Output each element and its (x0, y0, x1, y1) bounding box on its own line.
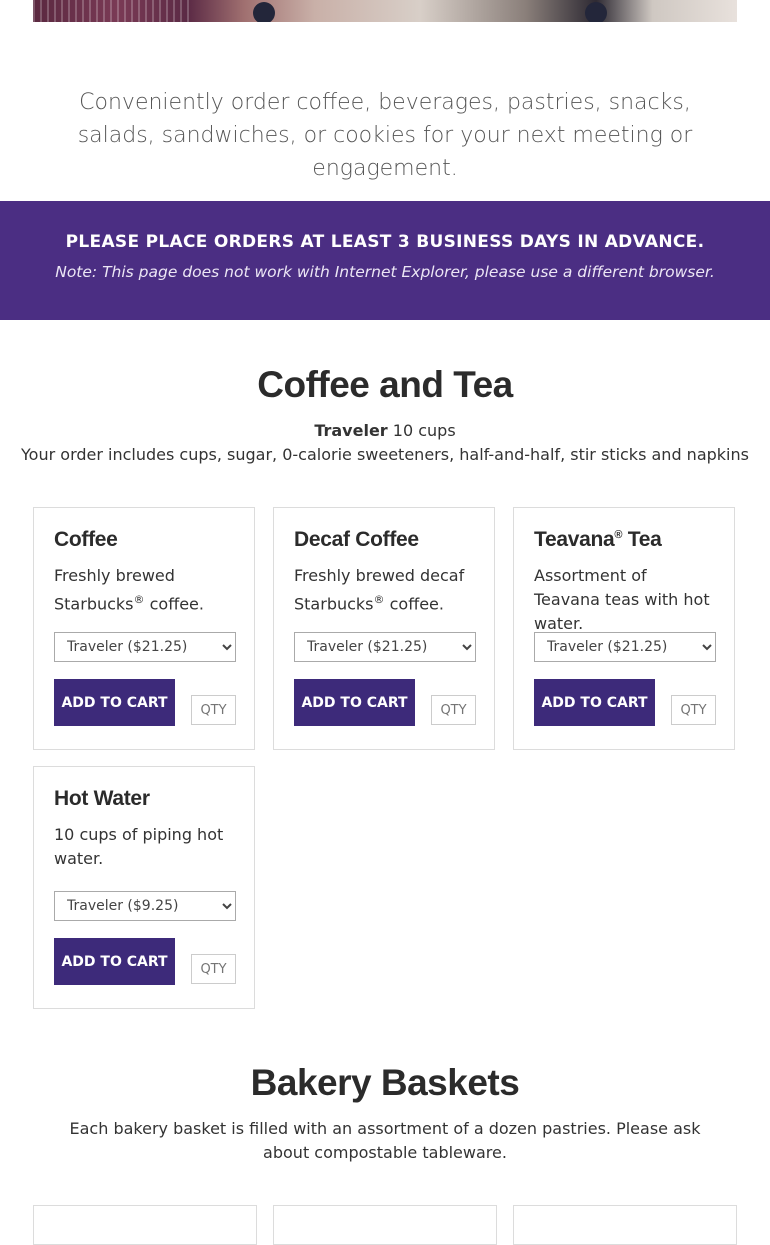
product-card-hot-water: Hot Water 10 cups of piping hot water. T… (33, 766, 255, 1009)
hero-blueberry (585, 2, 607, 22)
product-description: Freshly brewed decaf Starbucks® coffee. (294, 566, 465, 614)
size-select[interactable]: Traveler ($21.25) (294, 632, 476, 662)
product-card-bakery (513, 1205, 737, 1245)
section-title-coffee-tea: Coffee and Tea (257, 364, 513, 405)
qty-input[interactable] (191, 954, 236, 984)
qty-input[interactable] (671, 695, 716, 725)
bakery-description: Each bakery basket is filled with an ass… (69, 1119, 701, 1162)
product-title: Hot Water (54, 787, 150, 810)
size-info: Traveler 10 cups (0, 419, 770, 443)
product-card-teavana-tea: Teavana® Tea Assortment of Teavana teas … (513, 507, 735, 750)
size-select[interactable]: Traveler ($21.25) (534, 632, 716, 662)
add-to-cart-button[interactable]: ADD TO CART (294, 679, 415, 726)
product-description: Freshly brewed Starbucks® coffee. (54, 566, 204, 614)
add-to-cart-button[interactable]: ADD TO CART (54, 938, 175, 985)
product-card-bakery (273, 1205, 497, 1245)
intro-text: Conveniently order coffee, beverages, pa… (77, 90, 693, 181)
product-description: Assortment of Teavana teas with hot wate… (534, 566, 710, 633)
notice-note: Note: This page does not work with Inter… (55, 263, 715, 281)
product-description: 10 cups of piping hot water. (54, 825, 224, 868)
size-label: Traveler (314, 421, 388, 440)
product-card-bakery (33, 1205, 257, 1245)
size-select[interactable]: Traveler ($9.25) (54, 891, 236, 921)
section-title-bakery-baskets: Bakery Baskets (250, 1062, 520, 1103)
includes-text: Your order includes cups, sugar, 0-calor… (21, 445, 749, 464)
size-select[interactable]: Traveler ($21.25) (54, 632, 236, 662)
notice-banner: PLEASE PLACE ORDERS AT LEAST 3 BUSINESS … (0, 201, 770, 320)
hero-image (33, 0, 737, 22)
qty-input[interactable] (191, 695, 236, 725)
notice-title: PLEASE PLACE ORDERS AT LEAST 3 BUSINESS … (65, 232, 705, 252)
product-title: Coffee (54, 528, 118, 551)
product-title: Decaf Coffee (294, 528, 419, 551)
product-card-decaf-coffee: Decaf Coffee Freshly brewed decaf Starbu… (273, 507, 495, 750)
add-to-cart-button[interactable]: ADD TO CART (54, 679, 175, 726)
qty-input[interactable] (431, 695, 476, 725)
size-detail: 10 cups (392, 421, 456, 440)
product-card-coffee: Coffee Freshly brewed Starbucks® coffee.… (33, 507, 255, 750)
hero-blueberry (253, 2, 275, 22)
product-title: Teavana® Tea (534, 528, 662, 551)
hero-cupcake-wrapper (33, 0, 193, 22)
add-to-cart-button[interactable]: ADD TO CART (534, 679, 655, 726)
